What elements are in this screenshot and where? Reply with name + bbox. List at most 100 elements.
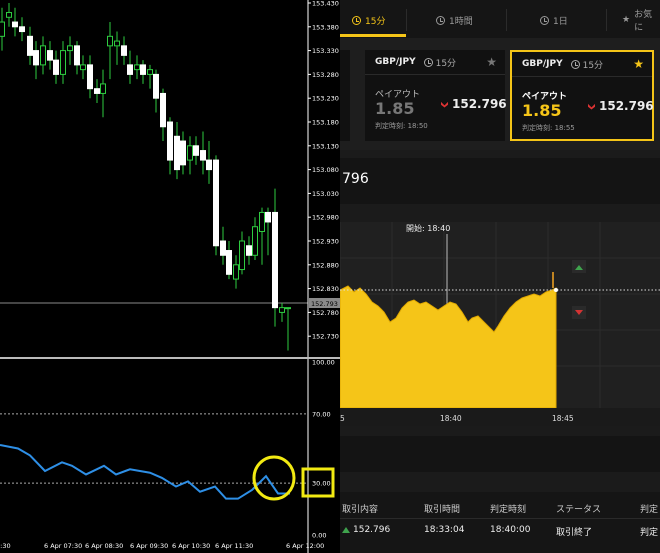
candle-body bbox=[246, 245, 252, 256]
tab-15min[interactable]: 15分 bbox=[352, 9, 385, 31]
candle-body bbox=[193, 145, 199, 156]
clock-icon bbox=[423, 57, 433, 67]
option-card-partial[interactable] bbox=[340, 50, 350, 141]
candle-body bbox=[265, 211, 271, 223]
oscillator-axis-label: 100.00 bbox=[312, 359, 335, 367]
table-cell: 18:40:00 bbox=[490, 525, 531, 535]
mt4-chart-svg: 153.430 153.380 153.330 153.280 153.230 153.1… bbox=[0, 0, 340, 553]
candle-body bbox=[60, 50, 66, 75]
price-axis-label: 153.280 bbox=[312, 71, 339, 79]
price-axis-label: 153.230 bbox=[312, 95, 339, 103]
candle-body bbox=[140, 64, 146, 75]
candle-body bbox=[27, 35, 33, 56]
candle-body bbox=[67, 45, 73, 52]
candle-body bbox=[233, 264, 239, 280]
judgement-time: 判定時刻: 18:55 bbox=[522, 124, 575, 132]
price-axis-label: 153.430 bbox=[312, 0, 339, 8]
time-axis-label: 6 Apr 09:30 bbox=[130, 542, 168, 550]
table-cell: 判定 bbox=[640, 528, 659, 538]
table-header: 取引時間 bbox=[424, 505, 461, 515]
candle-body bbox=[272, 211, 278, 309]
x-tick-label: 5 bbox=[340, 414, 345, 423]
tab-1day[interactable]: 1日 bbox=[540, 9, 568, 31]
candle-body bbox=[279, 307, 285, 313]
table-header: 取引内容 bbox=[342, 505, 379, 515]
table-cell: 取引終了 bbox=[556, 528, 593, 538]
payout-value: 1.85 bbox=[375, 99, 415, 118]
time-axis-label: 6 Apr 11:30 bbox=[215, 542, 253, 550]
price-axis-label: 152.793 bbox=[311, 300, 338, 308]
up-arrow-icon bbox=[342, 527, 350, 533]
candle-body bbox=[33, 50, 39, 66]
x-tick-label: 18:40 bbox=[440, 414, 462, 423]
candle-body bbox=[0, 21, 5, 37]
card-pair: GBP/JPY bbox=[375, 57, 416, 67]
candle-body bbox=[107, 35, 113, 47]
price-axis-label: 153.030 bbox=[312, 190, 339, 198]
oscillator-axis-label: 0.00 bbox=[312, 532, 326, 540]
x-axis-band bbox=[340, 408, 660, 426]
candle-body bbox=[174, 135, 180, 171]
candle-body bbox=[100, 83, 106, 94]
candle-body bbox=[53, 59, 59, 75]
candle-body bbox=[167, 121, 173, 161]
candle-body bbox=[12, 21, 18, 28]
table-header: 判定 bbox=[640, 505, 659, 515]
candle-body bbox=[239, 240, 245, 271]
candle-body bbox=[114, 40, 120, 47]
candle-body bbox=[74, 45, 80, 66]
candle-body bbox=[220, 240, 226, 256]
candle-body bbox=[153, 73, 159, 99]
option-card-selected[interactable]: GBP/JPY 15分 ★ ペイアウト 1.85 152.796 判定時刻: 1… bbox=[510, 50, 654, 141]
oscillator-line bbox=[0, 444, 290, 500]
table-cell: 18:33:04 bbox=[424, 525, 465, 535]
trade-chart[interactable]: 開始: 18:40 5 18:40 18:45 bbox=[340, 222, 660, 426]
oscillator-axis-label: 70.00 bbox=[312, 410, 331, 418]
price-axis-label: 153.330 bbox=[312, 47, 339, 55]
card-pair: GBP/JPY bbox=[522, 59, 563, 69]
candle-body bbox=[160, 92, 166, 128]
down-arrow-icon bbox=[588, 103, 595, 110]
trade-chart-svg: 開始: 18:40 5 18:40 18:45 bbox=[340, 222, 660, 426]
table-header: 判定時刻 bbox=[490, 505, 527, 515]
tab-favorites[interactable]: ★ お気に bbox=[622, 9, 660, 33]
clock-icon bbox=[570, 59, 580, 69]
candle-body bbox=[147, 69, 153, 75]
tab-1hour[interactable]: 1時間 bbox=[436, 9, 473, 31]
candle-body bbox=[180, 140, 186, 166]
price-axis-label: 152.980 bbox=[312, 214, 339, 222]
candle-body bbox=[206, 159, 212, 171]
price-axis-label: 153.080 bbox=[312, 166, 339, 174]
price-axis-label: 153.180 bbox=[312, 119, 339, 127]
candle-body bbox=[80, 64, 86, 71]
price-axis-label: 152.730 bbox=[312, 333, 339, 341]
candle-body bbox=[259, 211, 265, 232]
clock-icon bbox=[540, 15, 549, 25]
favorite-star-icon[interactable]: ★ bbox=[486, 55, 497, 69]
price-axis-label: 152.880 bbox=[312, 261, 339, 269]
start-label: 開始: 18:40 bbox=[406, 223, 450, 233]
candle-body bbox=[87, 64, 93, 90]
candle-body bbox=[47, 50, 53, 61]
price-axis-label: 152.830 bbox=[312, 285, 339, 293]
divider-band bbox=[340, 436, 660, 472]
candle-body bbox=[226, 250, 232, 275]
price-axis-label: 153.130 bbox=[312, 142, 339, 150]
time-axis-label: 6:30 bbox=[0, 542, 11, 550]
price-axis-label: 153.380 bbox=[312, 23, 339, 31]
table-header: ステータス bbox=[556, 505, 602, 515]
candle-body bbox=[187, 145, 193, 161]
mt4-chart[interactable]: 153.430 153.380 153.330 153.280 153.230 153.1… bbox=[0, 0, 340, 553]
current-price-bar: 796 bbox=[340, 158, 660, 204]
favorite-star-icon[interactable]: ★ bbox=[633, 57, 644, 71]
table-row[interactable]: 152.796 bbox=[342, 525, 390, 535]
current-point bbox=[554, 288, 558, 292]
candle-body bbox=[19, 26, 25, 33]
time-axis-label: 6 Apr 10:30 bbox=[172, 542, 210, 550]
trading-panel: 15分 1時間 1日 ★ お気に GBP/JPY 15分 ★ ペイアウト 1.8… bbox=[340, 0, 660, 553]
price-area bbox=[340, 285, 557, 409]
oscillator-axis-label: 30.00 bbox=[312, 480, 331, 488]
candle-body bbox=[252, 226, 258, 256]
option-card[interactable]: GBP/JPY 15分 ★ ペイアウト 1.85 152.796 判定時刻: 1… bbox=[365, 50, 507, 141]
candle-body bbox=[94, 88, 100, 94]
